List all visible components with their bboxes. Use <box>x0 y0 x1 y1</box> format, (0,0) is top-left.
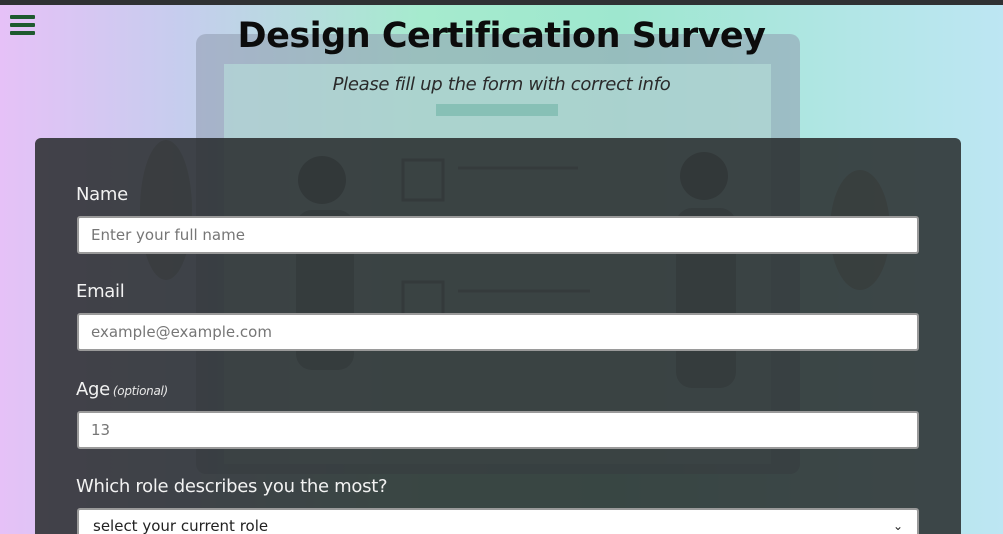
role-label-text: Which role describes you the most? <box>76 476 388 497</box>
age-label: Age (optional) <box>76 379 168 400</box>
role-select-value: select your current role <box>93 517 269 534</box>
name-label: Name <box>76 184 128 205</box>
email-input[interactable]: example@example.com <box>77 313 919 351</box>
role-select[interactable]: select your current role ⌄ <box>77 508 919 534</box>
age-input[interactable]: 13 <box>77 411 919 449</box>
top-strip <box>0 0 1003 5</box>
role-label: Which role describes you the most? <box>76 476 388 497</box>
age-label-text: Age <box>76 379 110 400</box>
email-label: Email <box>76 281 125 302</box>
email-label-text: Email <box>76 281 125 302</box>
page-title: Design Certification Survey <box>237 16 766 56</box>
name-input[interactable]: Enter your full name <box>77 216 919 254</box>
name-label-text: Name <box>76 184 128 205</box>
chevron-down-icon: ⌄ <box>892 519 903 533</box>
age-optional-note: (optional) <box>112 384 168 398</box>
survey-form: Name Enter your full name Email example@… <box>35 138 961 534</box>
page-subtitle: Please fill up the form with correct inf… <box>332 74 671 95</box>
